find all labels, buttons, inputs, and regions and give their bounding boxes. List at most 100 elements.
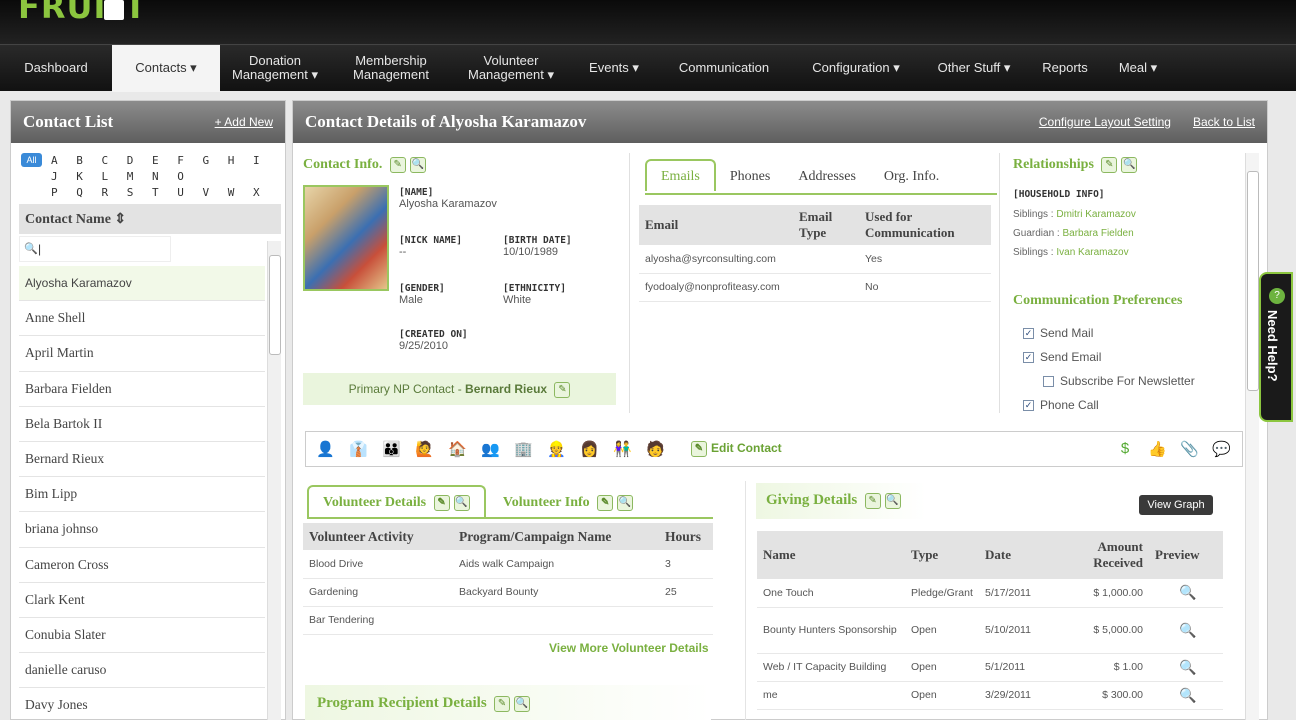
alphabet-row-1[interactable]: A B C D E F G H I J K L M N O (51, 153, 281, 185)
contact-list-item[interactable]: briana johnso (19, 512, 265, 548)
user-icon[interactable]: 🧑 (646, 440, 665, 458)
tab-volunteer-details[interactable]: Volunteer Details ✎ 🔍 (307, 485, 486, 517)
giving-name-cell[interactable]: One Touch (757, 579, 905, 608)
woman-icon[interactable]: 👩 (580, 440, 599, 458)
volunteer-icon[interactable]: 👤 (316, 440, 335, 458)
tab-volunteer-info[interactable]: Volunteer Info ✎ 🔍 (489, 487, 647, 519)
giving-type-cell: Pledge/Grant (905, 579, 979, 608)
edit-icon[interactable]: ✎ (494, 695, 511, 712)
relationship-name[interactable]: Barbara Fielden (1062, 228, 1133, 239)
nav-item-1[interactable]: Contacts ▾ (112, 44, 220, 92)
preview-icon[interactable]: 🔍 (1179, 687, 1196, 703)
back-to-list-link[interactable]: Back to List (1193, 115, 1255, 129)
giving-type-cell: Open (905, 653, 979, 682)
scrollbar-thumb[interactable] (269, 255, 281, 355)
contact-list-item[interactable]: Bela Bartok II (19, 407, 265, 442)
activity-cell: Blood Drive (303, 550, 453, 579)
contact-name-column-header[interactable]: Contact Name ⇕ (19, 204, 281, 234)
relationship-role: Siblings : (1013, 247, 1057, 258)
need-help-tab[interactable]: ? Need Help? (1259, 272, 1293, 422)
created-field: [CREATED ON] 9/25/2010 (399, 329, 468, 352)
preview-icon[interactable]: 🔍 (1179, 584, 1196, 600)
family-icon[interactable]: 👪 (382, 440, 401, 458)
home-icon[interactable]: 🏠 (448, 440, 467, 458)
edit-icon[interactable]: ✎ (864, 492, 881, 509)
email-cell[interactable]: fyodoaly@nonprofiteasy.com (639, 273, 793, 302)
tab-phones[interactable]: Phones (716, 161, 784, 193)
preference-checkbox[interactable] (1043, 376, 1054, 388)
view-icon[interactable]: 🔍 (884, 492, 901, 509)
preference-checkbox[interactable]: ✓ (1023, 400, 1034, 412)
nav-item-8[interactable]: Other Stuff ▾ (922, 45, 1026, 92)
view-icon[interactable]: 🔍 (617, 494, 634, 511)
preview-icon[interactable]: 🔍 (1179, 659, 1196, 675)
program-cell: Backyard Bounty (453, 578, 659, 607)
contact-list-item[interactable]: Bim Lipp (19, 477, 265, 513)
view-icon[interactable]: 🔍 (514, 695, 531, 712)
tab-org-info[interactable]: Org. Info. (870, 161, 953, 193)
organization-icon[interactable]: 🏢 (514, 440, 533, 458)
preference-checkbox[interactable]: ✓ (1023, 328, 1034, 340)
contact-list-item[interactable]: danielle caruso (19, 653, 265, 689)
edit-icon[interactable]: ✎ (1101, 157, 1118, 173)
scrollbar-thumb[interactable] (1247, 171, 1259, 391)
nav-item-6[interactable]: Communication (658, 45, 790, 92)
nav-item-4[interactable]: Volunteer Management ▾ (452, 45, 570, 92)
staff-icon[interactable]: 👔 (349, 440, 368, 458)
view-more-volunteer-link[interactable]: View More Volunteer Details (549, 641, 709, 655)
email-cell[interactable]: alyosha@syrconsulting.com (639, 245, 793, 274)
edit-icon[interactable]: ✎ (554, 381, 571, 398)
contact-list-item[interactable]: Anne Shell (19, 301, 265, 337)
view-icon[interactable]: 🔍 (409, 157, 426, 173)
giving-name-cell[interactable]: Web / IT Capacity Building (757, 653, 905, 682)
couple-icon[interactable]: 👫 (613, 440, 632, 458)
relationship-name[interactable]: Dmitri Karamazov (1056, 209, 1135, 220)
relationship-name[interactable]: Ivan Karamazov (1056, 247, 1128, 258)
contact-list-item[interactable]: Alyosha Karamazov (19, 266, 265, 302)
hours-cell: 3 (659, 550, 713, 579)
view-icon[interactable]: 🔍 (453, 494, 470, 511)
primary-contact-name[interactable]: Bernard Rieux (465, 382, 547, 396)
emails-table: Email Email Type Used for Communication … (639, 205, 991, 302)
relationships-heading: Relationships ✎ 🔍 (1013, 157, 1138, 173)
contact-search-input[interactable]: 🔍 | (19, 236, 171, 262)
preview-icon[interactable]: 🔍 (1179, 622, 1196, 638)
all-filter-button[interactable]: All (21, 153, 42, 167)
nav-item-7[interactable]: Configuration ▾ (790, 45, 922, 92)
contact-list-item[interactable]: Conubia Slater (19, 618, 265, 654)
chat-icon[interactable]: 💬 (1212, 440, 1231, 458)
contact-list-scrollbar[interactable] (267, 241, 281, 720)
attachment-icon[interactable]: 📎 (1180, 440, 1199, 458)
member-icon[interactable]: 👷 (547, 440, 566, 458)
edit-icon[interactable]: ✎ (597, 494, 614, 511)
edit-icon[interactable]: ✎ (433, 494, 450, 511)
edit-contact-button[interactable]: ✎ Edit Contact (687, 441, 782, 457)
dollar-icon[interactable]: $ (1116, 440, 1134, 458)
view-graph-button[interactable]: View Graph (1139, 495, 1213, 515)
tab-addresses[interactable]: Addresses (784, 161, 870, 193)
contact-list-item[interactable]: Cameron Cross (19, 548, 265, 583)
contact-list-item[interactable]: Clark Kent (19, 583, 265, 618)
tab-emails[interactable]: Emails (645, 159, 716, 191)
giving-name-cell[interactable]: me (757, 681, 905, 710)
nav-item-2[interactable]: Donation Management ▾ (220, 45, 330, 92)
preference-checkbox[interactable]: ✓ (1023, 352, 1034, 364)
contact-list-item[interactable]: Bernard Rieux (19, 442, 265, 478)
details-scrollbar[interactable] (1245, 153, 1259, 720)
group-icon[interactable]: 👥 (481, 440, 500, 458)
nav-item-9[interactable]: Reports (1026, 45, 1104, 92)
configure-layout-link[interactable]: Configure Layout Setting (1039, 115, 1171, 129)
giving-name-cell[interactable]: Bounty Hunters Sponsorship (757, 607, 905, 654)
view-icon[interactable]: 🔍 (1121, 157, 1138, 173)
donor-icon[interactable]: 🙋 (415, 440, 434, 458)
nav-item-10[interactable]: Meal ▾ (1104, 45, 1172, 92)
nav-item-3[interactable]: Membership Management (330, 45, 452, 92)
contact-list-item[interactable]: Davy Jones (19, 688, 265, 720)
nav-item-0[interactable]: Dashboard (0, 45, 112, 92)
nav-item-5[interactable]: Events ▾ (570, 45, 658, 92)
thumbs-up-icon[interactable]: 👍 (1148, 440, 1167, 458)
contact-list-item[interactable]: April Martin (19, 336, 265, 372)
edit-icon[interactable]: ✎ (389, 157, 406, 173)
add-new-link[interactable]: + Add New (215, 115, 273, 129)
contact-list-item[interactable]: Barbara Fielden (19, 372, 265, 407)
